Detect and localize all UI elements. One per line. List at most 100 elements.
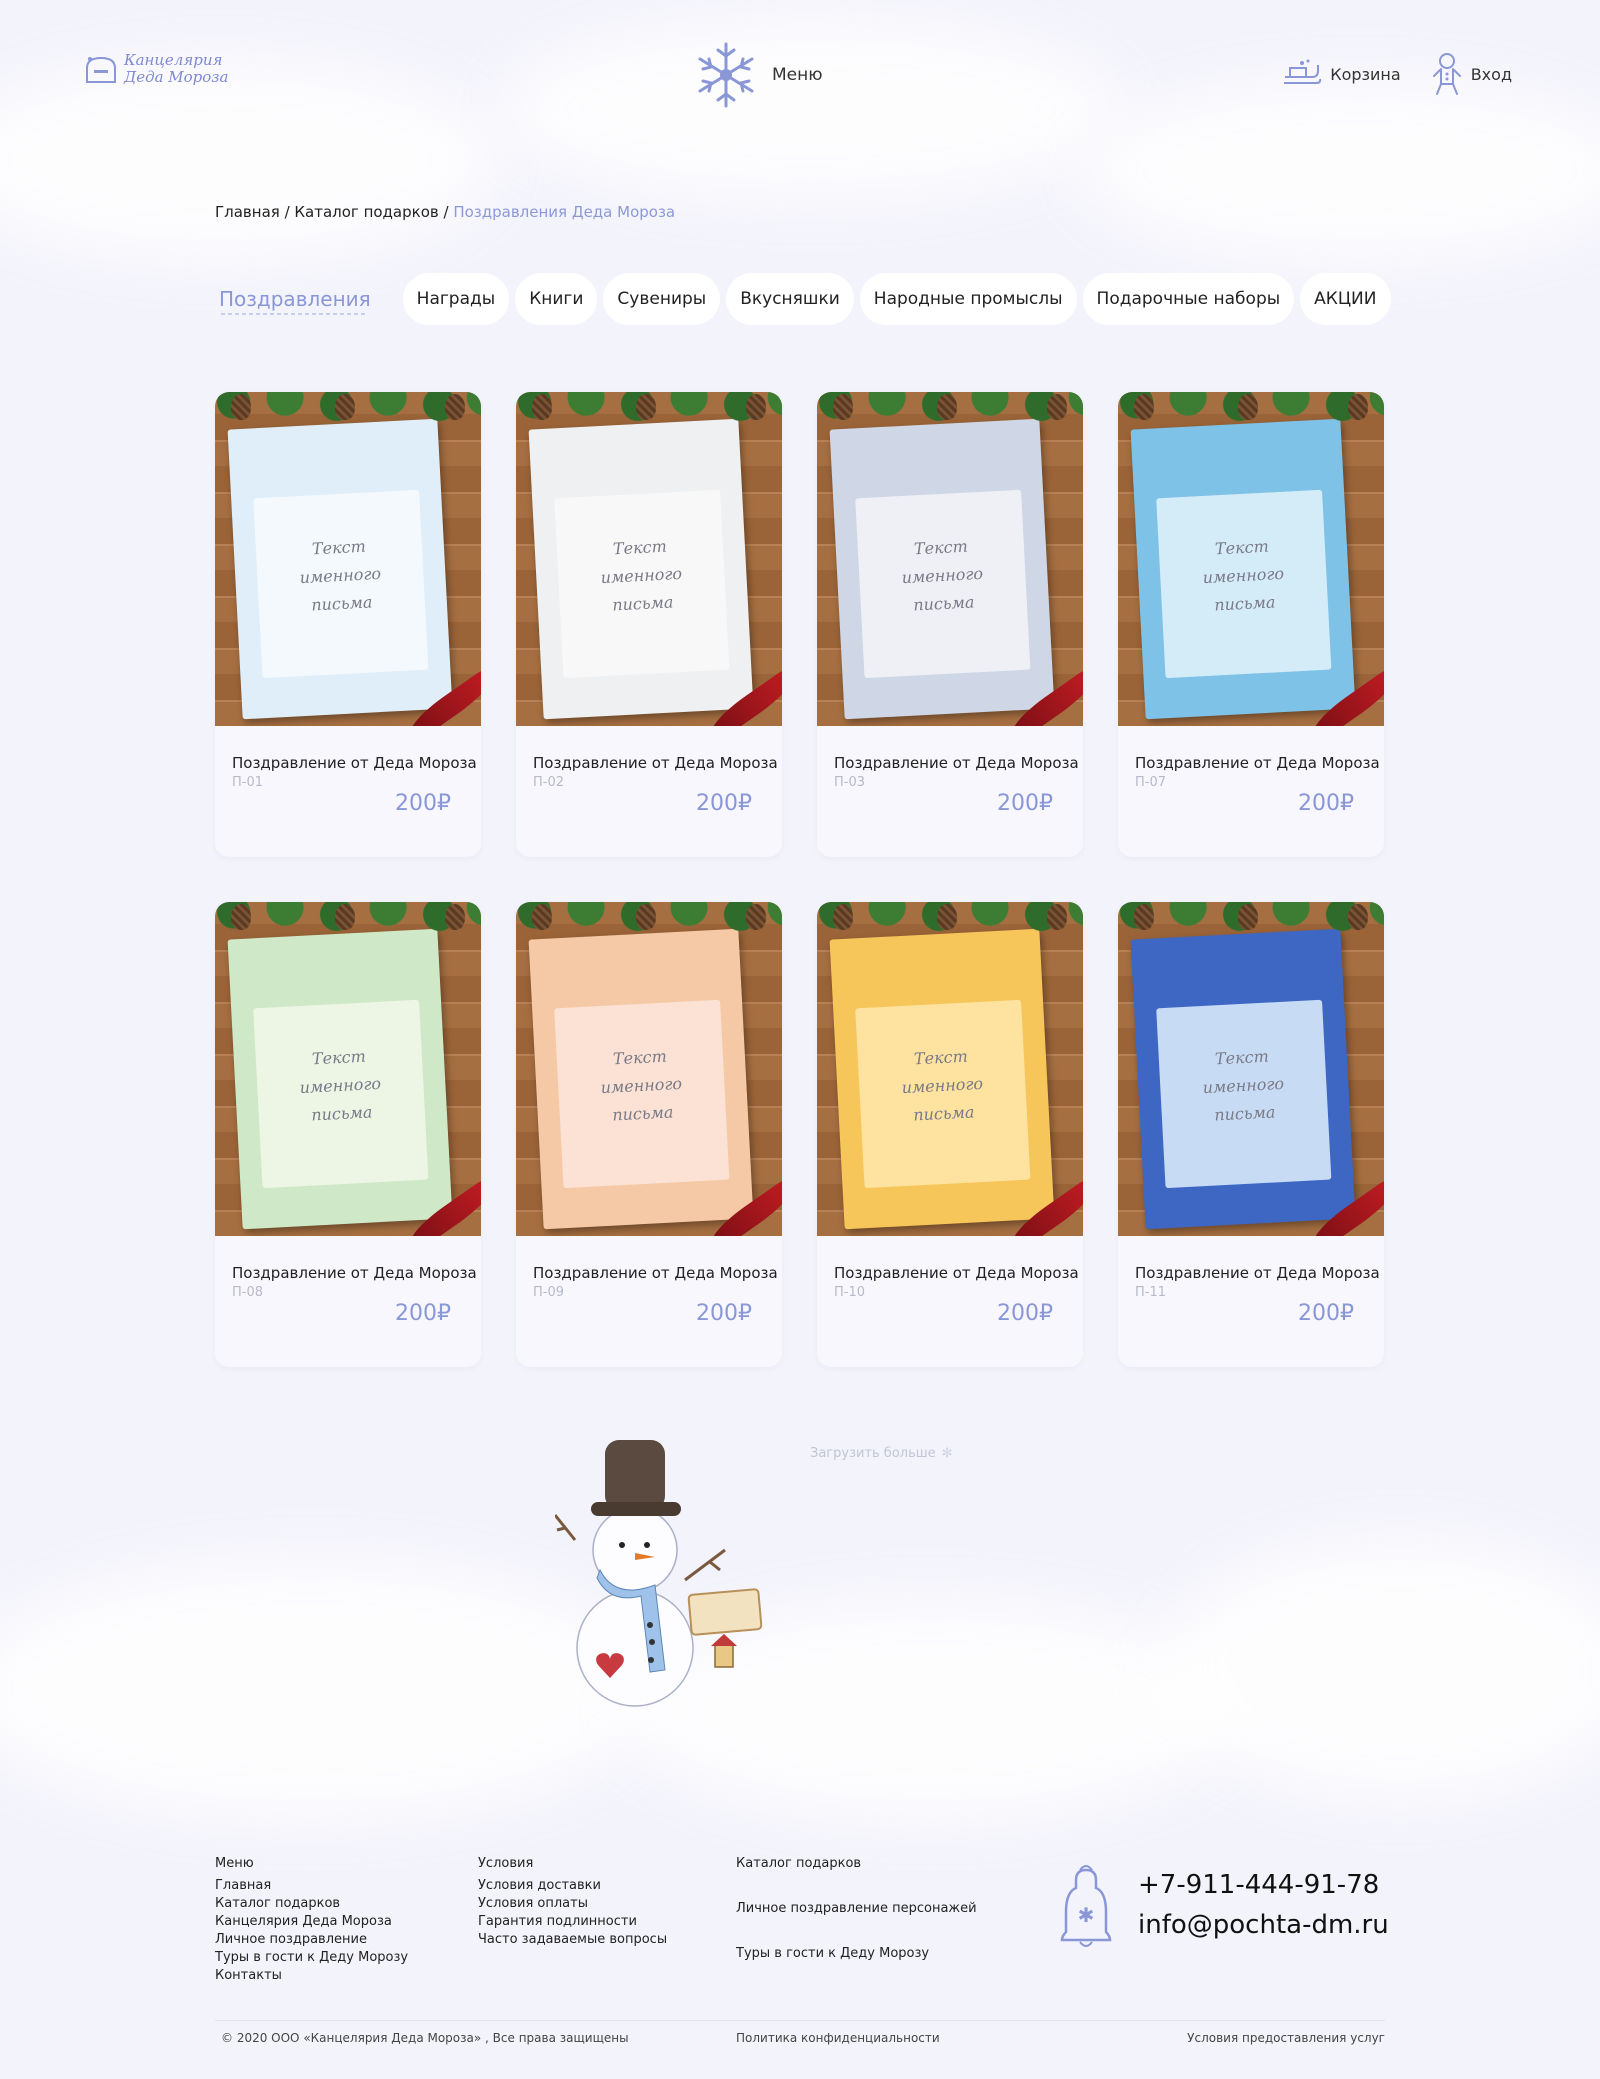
product-card[interactable]: Текст именного письма Поздравление от Деда… bbox=[1118, 392, 1384, 857]
product-card[interactable]: Текст именного письма Поздравление от Деда… bbox=[817, 902, 1083, 1367]
header-actions: Корзина Вход bbox=[1282, 52, 1512, 96]
footer-link-faq[interactable]: Часто задаваемые вопросы bbox=[478, 1931, 667, 1949]
tab-treats[interactable]: Вкусняшки bbox=[726, 273, 854, 325]
product-title: Поздравление от Деда Мороза bbox=[232, 754, 477, 772]
pinecone-icon bbox=[532, 904, 552, 930]
pinecone-icon bbox=[1047, 394, 1067, 420]
tab-folk-crafts[interactable]: Народные промыслы bbox=[859, 273, 1077, 325]
cart-label: Корзина bbox=[1330, 64, 1401, 84]
letter-placeholder-text: Текст именного письма bbox=[233, 1039, 447, 1134]
letter-sheet: Текст именного письма bbox=[528, 928, 754, 1230]
letter-sheet: Текст именного письма bbox=[528, 418, 754, 720]
letter-sheet: Текст именного письма bbox=[227, 418, 453, 720]
tab-books[interactable]: Книги bbox=[515, 273, 598, 325]
footer-contacts: ✱ +7-911-444-91-78 info@pochta-dm.ru bbox=[1058, 1862, 1389, 1948]
product-image: Текст именного письма bbox=[516, 902, 782, 1236]
bell-icon: ✱ bbox=[1060, 1865, 1112, 1947]
product-card[interactable]: Текст именного письма Поздравление от Деда… bbox=[215, 392, 481, 857]
product-card[interactable]: Текст именного письма Поздравление от Деда… bbox=[215, 902, 481, 1367]
product-info: Поздравление от Деда Мороза П-10 200₽ bbox=[817, 1236, 1083, 1367]
footer-link-office[interactable]: Канцелярия Деда Мороза bbox=[215, 1913, 408, 1931]
product-image: Текст именного письма bbox=[215, 392, 481, 726]
product-price: 200₽ bbox=[997, 1301, 1053, 1326]
email-link[interactable]: info@pochta-dm.ru bbox=[1138, 1905, 1389, 1945]
sparkle-icon: ✻ bbox=[941, 1446, 953, 1461]
pinecone-icon bbox=[746, 904, 766, 930]
letter-sheet: Текст именного письма bbox=[1130, 928, 1356, 1230]
letter-placeholder-text: Текст именного письма bbox=[1136, 529, 1350, 624]
gingerbread-icon bbox=[1432, 53, 1461, 95]
product-title: Поздравление от Деда Мороза bbox=[533, 1264, 778, 1282]
letter-placeholder-text: Текст именного письма bbox=[534, 529, 748, 624]
logo-line2: Деда Мороза bbox=[124, 68, 229, 86]
tab-promotions[interactable]: АКЦИИ bbox=[1300, 273, 1391, 325]
copyright-text: © 2020 ООО «Канцелярия Деда Мороза» , Вс… bbox=[221, 2031, 629, 2045]
product-card[interactable]: Текст именного письма Поздравление от Деда… bbox=[516, 902, 782, 1367]
tab-souvenirs[interactable]: Сувениры bbox=[603, 273, 721, 325]
letter-placeholder-text: Текст именного письма bbox=[835, 529, 1049, 624]
footer-link-personal-greeting[interactable]: Личное поздравление bbox=[215, 1931, 408, 1949]
pinecone-icon bbox=[1238, 904, 1258, 930]
privacy-policy-link[interactable]: Политика конфиденциальности bbox=[736, 2031, 940, 2045]
footer-link-home[interactable]: Главная bbox=[215, 1877, 408, 1895]
product-image: Текст именного письма bbox=[817, 902, 1083, 1236]
footer-link-tours[interactable]: Туры в гости к Деду Морозу bbox=[215, 1949, 408, 1967]
breadcrumb-home[interactable]: Главная bbox=[215, 203, 280, 221]
logo[interactable]: Канцелярия Деда Мороза bbox=[84, 52, 228, 86]
breadcrumb: Главная / Каталог подарков / Поздравлени… bbox=[215, 203, 675, 221]
product-code: П-09 bbox=[533, 1285, 565, 1300]
product-title: Поздравление от Деда Мороза bbox=[1135, 1264, 1380, 1282]
breadcrumb-separator: / bbox=[438, 203, 454, 221]
footer-link-payment[interactable]: Условия оплаты bbox=[478, 1895, 667, 1913]
logo-line1: Канцелярия bbox=[124, 51, 223, 69]
product-info: Поздравление от Деда Мороза П-01 200₽ bbox=[215, 726, 481, 857]
tab-gift-sets[interactable]: Подарочные наборы bbox=[1082, 273, 1295, 325]
cart-link[interactable]: Корзина bbox=[1282, 57, 1401, 91]
tab-congratulations[interactable]: Поздравления bbox=[215, 273, 377, 325]
pinecone-icon bbox=[1348, 904, 1368, 930]
mailbox-icon bbox=[86, 56, 116, 83]
snowflake-icon bbox=[698, 42, 754, 108]
product-card[interactable]: Текст именного письма Поздравление от Деда… bbox=[516, 392, 782, 857]
footer-link-authenticity[interactable]: Гарантия подлинности bbox=[478, 1913, 667, 1931]
pinecone-icon bbox=[231, 394, 251, 420]
product-card[interactable]: Текст именного письма Поздравление от Деда… bbox=[1118, 902, 1384, 1367]
breadcrumb-catalog[interactable]: Каталог подарков bbox=[294, 203, 438, 221]
product-image: Текст именного письма bbox=[215, 902, 481, 1236]
footer-link-santa-tours[interactable]: Туры в гости к Деду Морозу bbox=[736, 1945, 977, 1963]
product-info: Поздравление от Деда Мороза П-08 200₽ bbox=[215, 1236, 481, 1367]
pinecone-icon bbox=[445, 394, 465, 420]
pinecone-icon bbox=[445, 904, 465, 930]
product-title: Поздравление от Деда Мороза bbox=[834, 754, 1079, 772]
terms-link[interactable]: Условия предоставления услуг bbox=[1187, 2031, 1385, 2045]
product-title: Поздравление от Деда Мороза bbox=[834, 1264, 1079, 1282]
product-info: Поздравление от Деда Мороза П-07 200₽ bbox=[1118, 726, 1384, 857]
product-code: П-02 bbox=[533, 775, 565, 790]
product-price: 200₽ bbox=[696, 791, 752, 816]
letter-sheet: Текст именного письма bbox=[1130, 418, 1356, 720]
footer-link-contacts[interactable]: Контакты bbox=[215, 1967, 408, 1985]
login-link[interactable]: Вход bbox=[1431, 52, 1512, 96]
tab-awards[interactable]: Награды bbox=[402, 273, 510, 325]
footer-link-delivery[interactable]: Условия доставки bbox=[478, 1877, 667, 1895]
pinecone-icon bbox=[1047, 904, 1067, 930]
footer-link-character-greeting[interactable]: Личное поздравление персонажей bbox=[736, 1900, 977, 1918]
product-title: Поздравление от Деда Мороза bbox=[533, 754, 778, 772]
product-price: 200₽ bbox=[395, 791, 451, 816]
footer-link-gift-catalog[interactable]: Каталог подарков bbox=[736, 1855, 977, 1873]
footer-menu-title: Меню bbox=[215, 1856, 254, 1871]
product-code: П-01 bbox=[232, 775, 264, 790]
product-code: П-10 bbox=[834, 1285, 866, 1300]
phone-link[interactable]: +7-911-444-91-78 bbox=[1138, 1865, 1389, 1905]
letter-sheet: Текст именного письма bbox=[829, 418, 1055, 720]
pinecone-icon bbox=[1134, 394, 1154, 420]
load-more-button[interactable]: Загрузить больше ✻ bbox=[810, 1446, 953, 1461]
product-price: 200₽ bbox=[696, 1301, 752, 1326]
footer-conditions-title: Условия bbox=[478, 1856, 534, 1871]
product-card[interactable]: Текст именного письма Поздравление от Деда… bbox=[817, 392, 1083, 857]
breadcrumb-current: Поздравления Деда Мороза bbox=[453, 203, 676, 221]
pinecone-icon bbox=[1238, 394, 1258, 420]
menu-button[interactable]: Меню bbox=[694, 40, 823, 110]
footer-link-catalog[interactable]: Каталог подарков bbox=[215, 1895, 408, 1913]
product-grid: Текст именного письма Поздравление от Деда… bbox=[215, 392, 1385, 1367]
